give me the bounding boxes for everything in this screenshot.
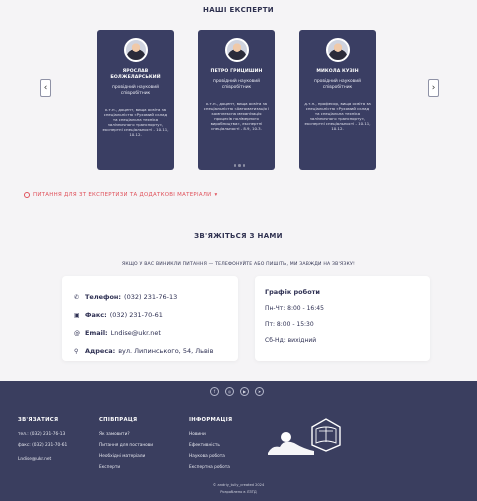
- facebook-icon[interactable]: f: [210, 387, 219, 396]
- expert-position: провідний науковий співробітник: [112, 85, 159, 96]
- youtube-icon[interactable]: ▶: [240, 387, 249, 396]
- footer-contact-column: ЗВ'ЯЗАТИСЯ тел.: (032) 231-76-13 факс: (…: [18, 417, 67, 465]
- social-links: f ◎ ▶ ➤: [210, 387, 264, 396]
- avatar: [123, 38, 148, 62]
- email-value[interactable]: Lndise@ukr.net: [111, 329, 161, 337]
- hours-row: Пт: 8:00 - 15:30: [265, 321, 314, 328]
- expert-name: ПЕТРО ГРИЦИШИН: [210, 69, 263, 74]
- contact-title: ЗВ'ЯЖІТЬСЯ З НАМИ: [194, 232, 283, 240]
- carousel-dots: [229, 164, 245, 167]
- fax-value: (032) 231-70-61: [109, 311, 163, 319]
- expert-name: МИКОЛА КУЗІН: [316, 69, 359, 74]
- footer-link[interactable]: Питання для постанови: [99, 440, 153, 451]
- expert-name: ЯРОСЛАВ БОЛЖЕЛАРСЬКИЙ: [110, 69, 161, 80]
- footer-fax: факс: (032) 231-70-61: [18, 443, 68, 448]
- carousel-next-button[interactable]: ›: [428, 79, 439, 97]
- email-icon: @: [74, 329, 80, 337]
- footer-link[interactable]: Експертна робота: [189, 462, 232, 473]
- expert-description: к.т.н., доцент, вища освіта за спеціальн…: [102, 107, 169, 137]
- expert-description: к.т.н., доцент, вища освіта за спеціальн…: [203, 101, 270, 131]
- expert-description: д.т.н., професор, вища освіта за спеціал…: [304, 101, 371, 131]
- institute-logo: [268, 418, 341, 455]
- carousel-dot[interactable]: [242, 164, 245, 167]
- footer-phone[interactable]: тел.: (032) 231-76-13: [18, 429, 67, 440]
- footer-column-title: ІНФОРМАЦІЯ: [189, 417, 233, 423]
- footer-link[interactable]: Як замовити?: [99, 429, 153, 440]
- avatar: [325, 38, 350, 62]
- expert-card[interactable]: МИКОЛА КУЗІН провідний науковий співробі…: [299, 30, 376, 170]
- footer-link[interactable]: Експерти: [99, 462, 153, 473]
- copyright: © andriy_tuliy_created 2024: [212, 483, 265, 487]
- hours-title: Графік роботи: [265, 288, 320, 296]
- footer-link[interactable]: Необхідні матеріали: [99, 451, 153, 462]
- location-pin-icon: ⚲: [74, 347, 79, 355]
- fax-label: Факс:: [85, 311, 107, 319]
- chevron-left-icon: ‹: [43, 83, 48, 93]
- expert-position: провідний науковий співробітник: [314, 79, 361, 90]
- footer-email[interactable]: Lndise@ukr.net: [18, 454, 67, 465]
- expert-card[interactable]: ЯРОСЛАВ БОЛЖЕЛАРСЬКИЙ провідний науковий…: [97, 30, 174, 170]
- footer-cooperation-column: СПІВПРАЦЯ Як замовити? Питання для поста…: [99, 417, 153, 473]
- footer: f ◎ ▶ ➤ ЗВ'ЯЗАТИСЯ тел.: (032) 231-76-13…: [0, 381, 477, 501]
- footer-info-column: ІНФОРМАЦІЯ Новини Ефективність Наукова р…: [189, 417, 232, 473]
- email-label: Email:: [85, 329, 108, 337]
- contact-address: ⚲ Адреса: вул. Липинського, 54, Львів: [74, 342, 226, 360]
- phone-value[interactable]: (032) 231-76-13: [124, 293, 177, 301]
- footer-link[interactable]: Ефективність: [189, 440, 232, 451]
- work-hours-box: Графік роботи Пн-Чт: 8:00 - 16:45 Пт: 8:…: [255, 276, 430, 361]
- contact-email: @ Email: Lndise@ukr.net: [74, 324, 226, 342]
- footer-link[interactable]: Наукова робота: [189, 451, 232, 462]
- avatar: [224, 38, 249, 62]
- expert-card[interactable]: ПЕТРО ГРИЦИШИН провідний науковий співро…: [198, 30, 275, 170]
- carousel-prev-button[interactable]: ‹: [40, 79, 51, 97]
- chevron-right-icon: ›: [431, 83, 436, 93]
- faq-link-label: ПИТАННЯ ДЛЯ ЗТ ЕКСПЕРТИЗИ ТА ДОДАТКОВІ М…: [33, 192, 212, 198]
- phone-icon: ✆: [74, 293, 80, 301]
- telegram-icon[interactable]: ➤: [255, 387, 264, 396]
- carousel-dot[interactable]: [233, 164, 236, 167]
- footer-link[interactable]: Новини: [189, 429, 232, 440]
- address-label: Адреса:: [85, 347, 116, 355]
- hours-row: Пн-Чт: 8:00 - 16:45: [265, 305, 324, 312]
- developer-credit: Розроблено в ЛЗТД: [220, 490, 257, 494]
- carousel-dot[interactable]: [229, 164, 232, 167]
- contact-phone: ✆ Телефон: (032) 231-76-13: [74, 288, 226, 306]
- experts-title: НАШІ ЕКСПЕРТИ: [203, 6, 274, 14]
- contact-info-box: ✆ Телефон: (032) 231-76-13 ▣ Факс: (032)…: [62, 276, 238, 361]
- faq-dropdown-link[interactable]: ПИТАННЯ ДЛЯ ЗТ ЕКСПЕРТИЗИ ТА ДОДАТКОВІ М…: [24, 192, 218, 198]
- fax-icon: ▣: [74, 311, 80, 319]
- carousel-dot[interactable]: [238, 164, 241, 167]
- phone-label: Телефон:: [85, 293, 122, 301]
- hours-row: Сб-Нд: вихідний: [265, 337, 317, 344]
- contact-subtitle: ЯКЩО У ВАС ВИНИКЛИ ПИТАННЯ — ТЕЛЕФОНУЙТЕ…: [121, 262, 355, 267]
- question-icon: [24, 192, 30, 198]
- expert-position: провідний науковий співробітник: [213, 79, 260, 90]
- address-value: вул. Липинського, 54, Львів: [118, 347, 214, 355]
- instagram-icon[interactable]: ◎: [225, 387, 234, 396]
- contact-fax: ▣ Факс: (032) 231-70-61: [74, 306, 226, 324]
- chevron-down-icon: ▾: [214, 192, 218, 198]
